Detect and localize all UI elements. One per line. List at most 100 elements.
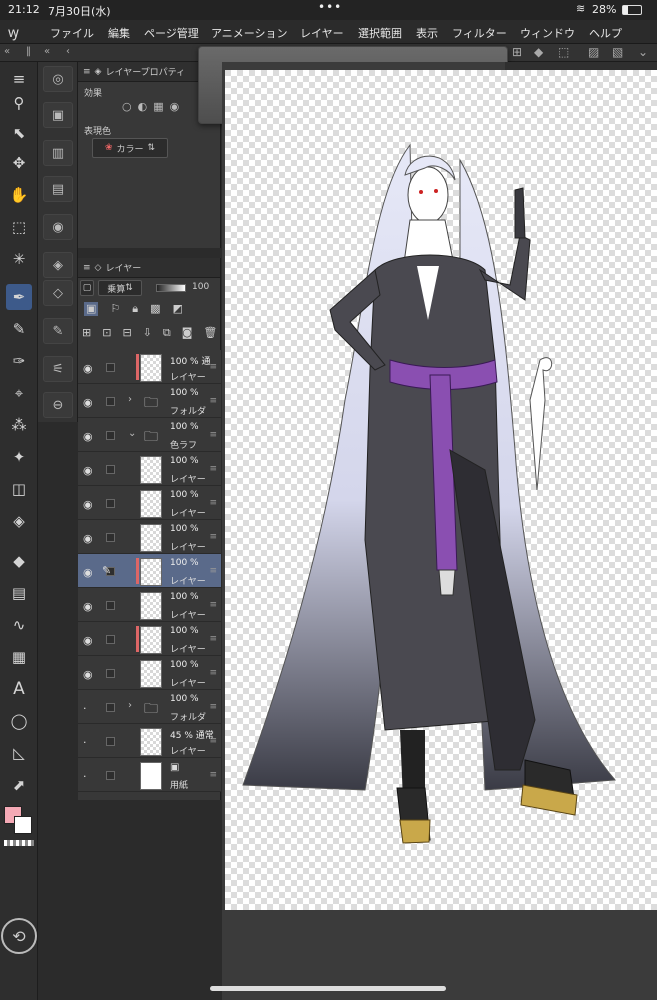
menu-filter[interactable]: フィルター bbox=[452, 25, 507, 41]
move-icon[interactable]: ✥ bbox=[6, 150, 32, 176]
chevron-down-icon[interactable]: ⌄ bbox=[638, 45, 648, 59]
layer-row[interactable]: ◉ ✎ 100 % レイヤー ≡ bbox=[78, 554, 221, 588]
drag-handle-icon[interactable]: ≡ bbox=[209, 430, 217, 440]
balloon-icon[interactable]: ◯ bbox=[6, 708, 32, 734]
chevron-right-icon[interactable]: › bbox=[128, 700, 132, 711]
layer-check[interactable] bbox=[106, 363, 115, 372]
color-mode-select[interactable]: ❀ カラー ⇅ bbox=[92, 138, 168, 158]
drag-handle-icon[interactable]: ≡ bbox=[209, 464, 217, 474]
drag-handle-icon[interactable]: ≡ bbox=[209, 736, 217, 746]
search-layer-icon[interactable]: ✎ bbox=[43, 318, 73, 344]
tool-property-icon[interactable]: ⚟ bbox=[43, 356, 73, 382]
new-vector-icon[interactable]: ⊡ bbox=[102, 326, 111, 340]
collapse-left-icon[interactable]: « bbox=[4, 46, 10, 57]
layer-row[interactable]: ◉ 100 % レイヤー ≡ bbox=[78, 656, 221, 690]
drag-handle-icon[interactable]: ≡ bbox=[209, 532, 217, 542]
drag-handle-icon[interactable]: ≡ bbox=[209, 362, 217, 372]
layer-check[interactable] bbox=[106, 533, 115, 542]
reference-icon[interactable]: ⚐ bbox=[110, 302, 120, 316]
correct-line-icon[interactable]: ⬈ bbox=[6, 772, 32, 798]
lock-alpha-icon[interactable]: ▩ bbox=[150, 302, 160, 316]
layer-stack-icon[interactable]: ◇ bbox=[43, 280, 73, 306]
lock-icon[interactable]: 🔒︎ bbox=[132, 302, 138, 316]
new-folder-icon[interactable]: ⊟ bbox=[122, 326, 131, 340]
operation-icon[interactable]: ⬉ bbox=[6, 120, 32, 146]
delete-icon[interactable]: 🗑︎ bbox=[203, 326, 217, 340]
eye-hidden-icon[interactable]: · bbox=[83, 736, 87, 749]
canvas[interactable] bbox=[225, 70, 657, 910]
pattern-icon[interactable]: ▨ bbox=[588, 45, 599, 59]
chevron-left-icon[interactable]: ‹ bbox=[66, 46, 70, 57]
collapse-icon[interactable]: « bbox=[44, 46, 50, 57]
blend-mode-select[interactable]: 乗算 ⇅ bbox=[98, 280, 142, 296]
layer-row[interactable]: ◉ › 🗀 100 % フォルダ ≡ bbox=[78, 384, 221, 418]
airbrush-icon[interactable]: ⁂ bbox=[6, 412, 32, 438]
fill-icon[interactable]: ◆ bbox=[534, 45, 543, 59]
tone-icon[interactable]: ◐ bbox=[138, 100, 148, 113]
eye-icon[interactable]: ◉ bbox=[83, 498, 93, 511]
drag-handle-icon[interactable]: ≡ bbox=[209, 600, 217, 610]
transfer-icon[interactable]: ⇩ bbox=[143, 326, 152, 340]
layer-row[interactable]: ◉ 100 % 通レイヤー14≡ bbox=[78, 350, 221, 384]
new-raster-icon[interactable]: ⊞ bbox=[82, 326, 91, 340]
eye-icon[interactable]: ◉ bbox=[83, 362, 93, 375]
eye-hidden-icon[interactable]: · bbox=[83, 702, 87, 715]
eye-icon[interactable]: ◉ bbox=[83, 430, 93, 443]
eye-icon[interactable]: ◉ bbox=[83, 464, 93, 477]
layer-check[interactable] bbox=[106, 635, 115, 644]
layer-tab[interactable]: ≡ ◇ レイヤー bbox=[78, 258, 220, 278]
blend-box[interactable]: ▢ bbox=[80, 280, 94, 296]
layer-color-icon[interactable]: ◉ bbox=[170, 100, 180, 113]
layer-property-icon[interactable]: ◈ bbox=[43, 252, 73, 278]
hand-icon[interactable]: ✋ bbox=[6, 182, 32, 208]
material-icon[interactable]: ▤ bbox=[43, 176, 73, 202]
eye-icon[interactable]: ◉ bbox=[83, 600, 93, 613]
menu-file[interactable]: ファイル bbox=[50, 25, 94, 41]
brush-icon[interactable]: ✑ bbox=[6, 348, 32, 374]
app-logo-icon[interactable]: ꝡ bbox=[8, 23, 19, 42]
layer-check[interactable] bbox=[106, 431, 115, 440]
drag-handle-icon[interactable]: ≡ bbox=[209, 770, 217, 780]
layer-check[interactable] bbox=[106, 499, 115, 508]
layer-check[interactable] bbox=[106, 601, 115, 610]
magic-wand-icon[interactable]: ✳ bbox=[6, 246, 32, 272]
home-indicator[interactable] bbox=[210, 986, 446, 991]
menu-view[interactable]: 表示 bbox=[416, 25, 438, 41]
layer-check[interactable] bbox=[106, 703, 115, 712]
dropper-icon[interactable]: ⌖ bbox=[6, 380, 32, 406]
blend-icon[interactable]: ◈ bbox=[6, 508, 32, 534]
selection-icon[interactable]: ⬚ bbox=[6, 214, 32, 240]
eye-icon[interactable]: ◉ bbox=[83, 396, 93, 409]
layer-check[interactable] bbox=[106, 397, 115, 406]
eye-icon[interactable]: ◉ bbox=[83, 668, 93, 681]
drag-handle-icon[interactable]: ≡ bbox=[209, 702, 217, 712]
undo-rotate-icon[interactable]: ⟲ bbox=[1, 918, 37, 954]
tool-menu-icon[interactable]: ≡ bbox=[6, 66, 32, 92]
fill-bucket-icon[interactable]: ◆ bbox=[6, 548, 32, 574]
new-mask-icon[interactable]: ◙ bbox=[182, 326, 193, 340]
layer-row[interactable]: ◉ ⌄ 🗀 100 % 色ラフ ≡ bbox=[78, 418, 221, 452]
sub-view-icon[interactable]: ▣ bbox=[43, 102, 73, 128]
layer-row[interactable]: · ▣ 用紙 ≡ bbox=[78, 758, 221, 792]
navigator-icon[interactable]: ◎ bbox=[43, 66, 73, 92]
pencil-icon[interactable]: ✎ bbox=[6, 316, 32, 342]
history-icon[interactable]: ▥ bbox=[43, 140, 73, 166]
menu-help[interactable]: ヘルプ bbox=[589, 25, 622, 41]
eye-hidden-icon[interactable]: · bbox=[83, 770, 87, 783]
transparent-color-swatch[interactable] bbox=[4, 840, 34, 846]
decoration-icon[interactable]: ✦ bbox=[6, 444, 32, 470]
merge-icon[interactable]: ⧉ bbox=[163, 326, 171, 340]
layer-row[interactable]: ◉ 100 % レイヤー ≡ bbox=[78, 452, 221, 486]
layer-check[interactable] bbox=[106, 669, 115, 678]
layer-row[interactable]: ◉ 100 % レイヤー ≡ bbox=[78, 588, 221, 622]
eye-icon[interactable]: ◉ bbox=[83, 532, 93, 545]
frame-icon[interactable]: ▦ bbox=[6, 644, 32, 670]
ruler-icon[interactable]: ◺ bbox=[6, 740, 32, 766]
text-icon[interactable]: A bbox=[6, 676, 32, 702]
chevron-right-icon[interactable]: › bbox=[128, 394, 132, 405]
menu-page[interactable]: ページ管理 bbox=[144, 25, 199, 41]
chevron-down-icon[interactable]: ⌄ bbox=[128, 428, 136, 439]
layer-row[interactable]: · 45 % 通常レイヤー1≡ bbox=[78, 724, 221, 758]
panel-menu-icon[interactable]: ≡ bbox=[83, 67, 91, 77]
menu-edit[interactable]: 編集 bbox=[108, 25, 130, 41]
